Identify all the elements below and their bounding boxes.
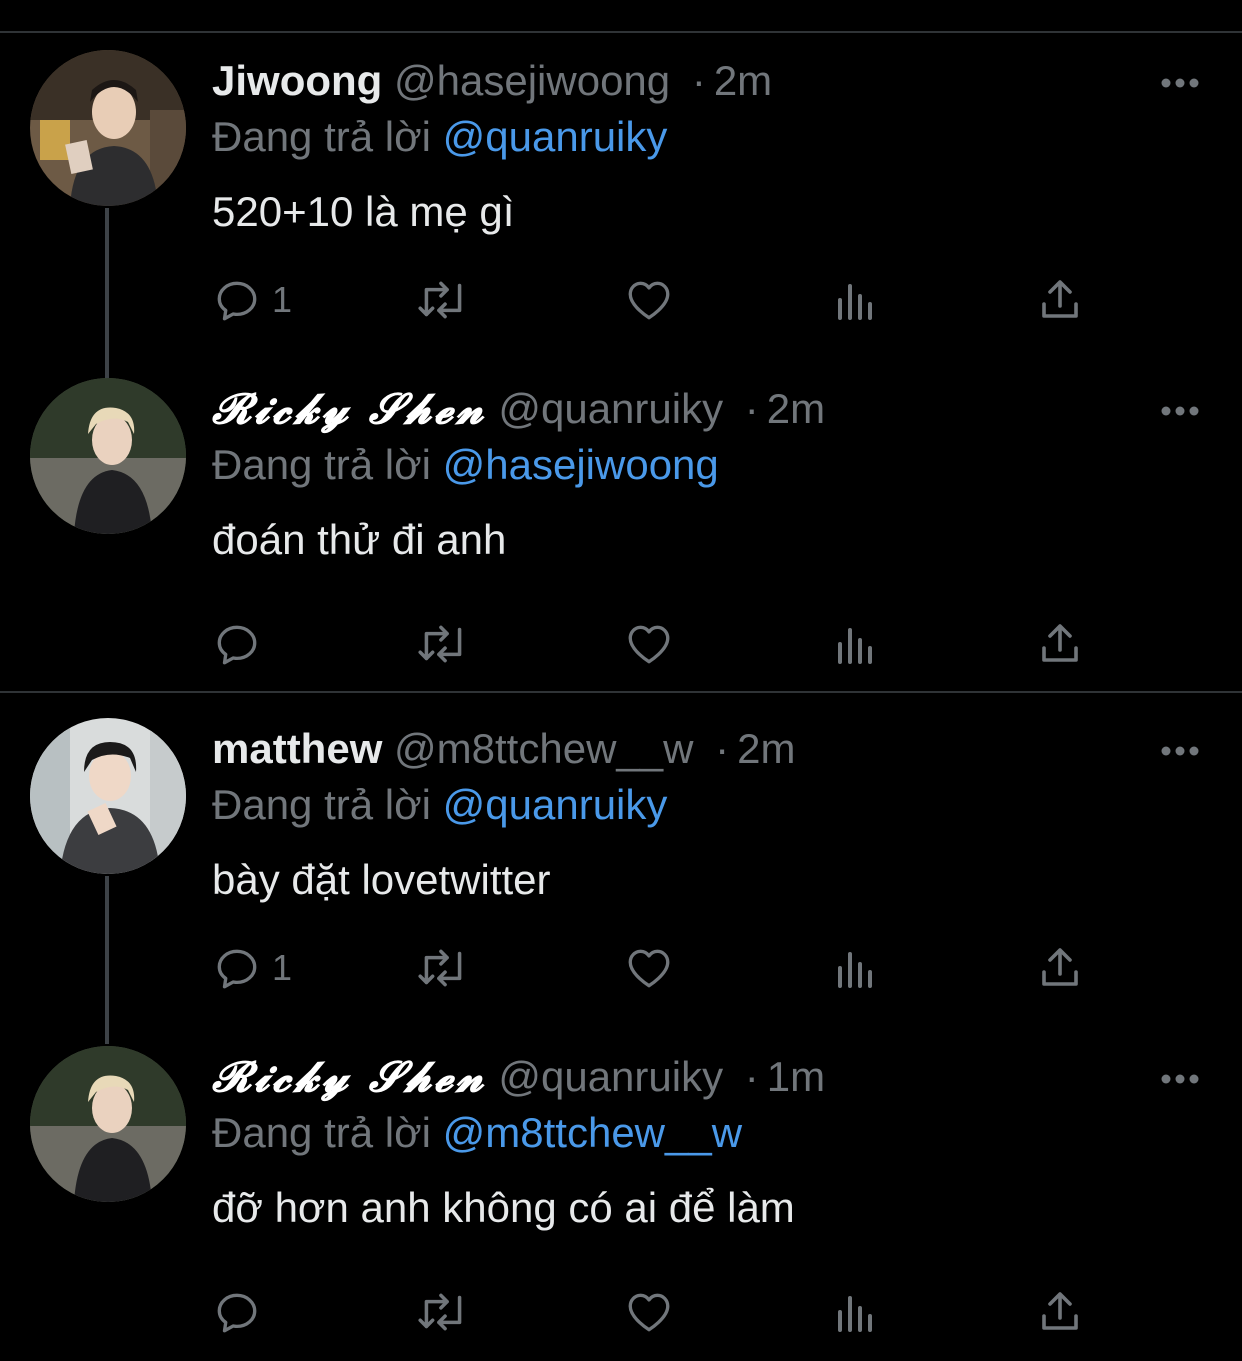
retweet-icon bbox=[414, 275, 472, 325]
share-button[interactable] bbox=[1036, 940, 1084, 996]
tweet-header: 𝓡𝓲𝓬𝓴𝔂 𝓢𝓱𝓮𝓷 @quanruiky · 1m bbox=[212, 1052, 825, 1102]
views-button[interactable] bbox=[834, 616, 878, 672]
reply-count: 1 bbox=[272, 947, 293, 988]
more-icon[interactable] bbox=[1158, 396, 1202, 426]
heart-icon bbox=[624, 619, 674, 669]
tweet-text: bày đặt lovetwitter bbox=[212, 856, 551, 903]
share-button[interactable] bbox=[1036, 272, 1084, 328]
tweet-header: matthew @m8ttchew__w · 2m bbox=[212, 724, 795, 774]
replying-to-label: Đang trả lời bbox=[212, 1109, 431, 1156]
replying-to-label: Đang trả lời bbox=[212, 113, 431, 160]
share-icon bbox=[1036, 1287, 1084, 1337]
display-name[interactable]: matthew bbox=[212, 725, 382, 772]
tweet-text: đoán thử đi anh bbox=[212, 516, 507, 563]
reply-button[interactable]: 1 bbox=[212, 272, 292, 328]
thread-connector bbox=[105, 876, 109, 1044]
display-name[interactable]: Jiwoong bbox=[212, 57, 382, 104]
timestamp[interactable]: 2m bbox=[737, 725, 795, 772]
like-button[interactable] bbox=[624, 616, 674, 672]
avatar[interactable] bbox=[30, 718, 186, 874]
reply-mention-link[interactable]: @quanruiky bbox=[443, 781, 668, 828]
views-icon bbox=[834, 1287, 878, 1337]
tweet-text: 520+10 là mẹ gì bbox=[212, 188, 515, 235]
views-icon bbox=[834, 619, 878, 669]
views-button[interactable] bbox=[834, 272, 878, 328]
more-icon[interactable] bbox=[1158, 68, 1202, 98]
display-name[interactable]: 𝓡𝓲𝓬𝓴𝔂 𝓢𝓱𝓮𝓷 bbox=[212, 384, 487, 433]
views-icon bbox=[834, 943, 878, 993]
retweet-button[interactable] bbox=[414, 940, 472, 996]
reply-button[interactable]: 1 bbox=[212, 940, 292, 996]
share-button[interactable] bbox=[1036, 1284, 1084, 1340]
retweet-button[interactable] bbox=[414, 1284, 472, 1340]
tweet-actions bbox=[212, 1284, 1092, 1340]
like-button[interactable] bbox=[624, 1284, 674, 1340]
more-icon[interactable] bbox=[1158, 736, 1202, 766]
share-button[interactable] bbox=[1036, 616, 1084, 672]
retweet-icon bbox=[414, 943, 472, 993]
timestamp[interactable]: 1m bbox=[767, 1053, 825, 1100]
reply-icon bbox=[212, 943, 262, 993]
reply-mention-link[interactable]: @m8ttchew__w bbox=[443, 1109, 742, 1156]
tweet-actions bbox=[212, 616, 1092, 672]
user-handle[interactable]: @quanruiky bbox=[498, 1053, 723, 1100]
heart-icon bbox=[624, 275, 674, 325]
reply-button[interactable] bbox=[212, 616, 272, 672]
separator-dot: · bbox=[691, 57, 706, 104]
share-icon bbox=[1036, 943, 1084, 993]
replying-to: Đang trả lời @hasejiwoong bbox=[212, 440, 719, 490]
display-name[interactable]: 𝓡𝓲𝓬𝓴𝔂 𝓢𝓱𝓮𝓷 bbox=[212, 1052, 487, 1101]
retweet-icon bbox=[414, 619, 472, 669]
views-button[interactable] bbox=[834, 1284, 878, 1340]
timestamp[interactable]: 2m bbox=[767, 385, 825, 432]
tweet-header: 𝓡𝓲𝓬𝓴𝔂 𝓢𝓱𝓮𝓷 @quanruiky · 2m bbox=[212, 384, 825, 434]
user-handle[interactable]: @m8ttchew__w bbox=[394, 725, 693, 772]
replying-to-label: Đang trả lời bbox=[212, 441, 431, 488]
reply-mention-link[interactable]: @hasejiwoong bbox=[443, 441, 719, 488]
separator-dot: · bbox=[715, 725, 730, 772]
reply-button[interactable] bbox=[212, 1284, 272, 1340]
share-icon bbox=[1036, 619, 1084, 669]
separator-dot: · bbox=[744, 385, 759, 432]
more-icon[interactable] bbox=[1158, 1064, 1202, 1094]
user-handle[interactable]: @hasejiwoong bbox=[394, 57, 670, 104]
reply-mention-link[interactable]: @quanruiky bbox=[443, 113, 668, 160]
replying-to: Đang trả lời @quanruiky bbox=[212, 780, 667, 830]
replying-to: Đang trả lời @quanruiky bbox=[212, 112, 667, 162]
tweet[interactable]: matthew @m8ttchew__w · 2m Đang trả lời @q… bbox=[0, 718, 1242, 1044]
like-button[interactable] bbox=[624, 940, 674, 996]
reply-count: 1 bbox=[272, 279, 293, 320]
tweet-header: Jiwoong @hasejiwoong · 2m bbox=[212, 56, 772, 106]
reply-icon bbox=[212, 1287, 262, 1337]
heart-icon bbox=[624, 943, 674, 993]
retweet-button[interactable] bbox=[414, 616, 472, 672]
avatar[interactable] bbox=[30, 50, 186, 206]
share-icon bbox=[1036, 275, 1084, 325]
avatar[interactable] bbox=[30, 378, 186, 534]
tweet[interactable]: 𝓡𝓲𝓬𝓴𝔂 𝓢𝓱𝓮𝓷 @quanruiky · 1m Đang trả lời @… bbox=[0, 1046, 1242, 1346]
separator-dot: · bbox=[744, 1053, 759, 1100]
avatar[interactable] bbox=[30, 1046, 186, 1202]
timestamp[interactable]: 2m bbox=[714, 57, 772, 104]
tweet-actions: 1 bbox=[212, 940, 1092, 996]
top-divider bbox=[0, 31, 1242, 33]
replying-to: Đang trả lời @m8ttchew__w bbox=[212, 1108, 742, 1158]
retweet-button[interactable] bbox=[414, 272, 472, 328]
views-button[interactable] bbox=[834, 940, 878, 996]
views-icon bbox=[834, 275, 878, 325]
tweet-text: đỡ hơn anh không có ai để làm bbox=[212, 1184, 795, 1231]
like-button[interactable] bbox=[624, 272, 674, 328]
tweet[interactable]: 𝓡𝓲𝓬𝓴𝔂 𝓢𝓱𝓮𝓷 @quanruiky · 2m Đang trả lời @… bbox=[0, 378, 1242, 678]
replying-to-label: Đang trả lời bbox=[212, 781, 431, 828]
reply-icon bbox=[212, 275, 262, 325]
tweet-actions: 1 bbox=[212, 272, 1092, 328]
user-handle[interactable]: @quanruiky bbox=[498, 385, 723, 432]
thread-divider bbox=[0, 691, 1242, 693]
reply-icon bbox=[212, 619, 262, 669]
tweet[interactable]: Jiwoong @hasejiwoong · 2m Đang trả lời @q… bbox=[0, 50, 1242, 426]
heart-icon bbox=[624, 1287, 674, 1337]
retweet-icon bbox=[414, 1287, 472, 1337]
